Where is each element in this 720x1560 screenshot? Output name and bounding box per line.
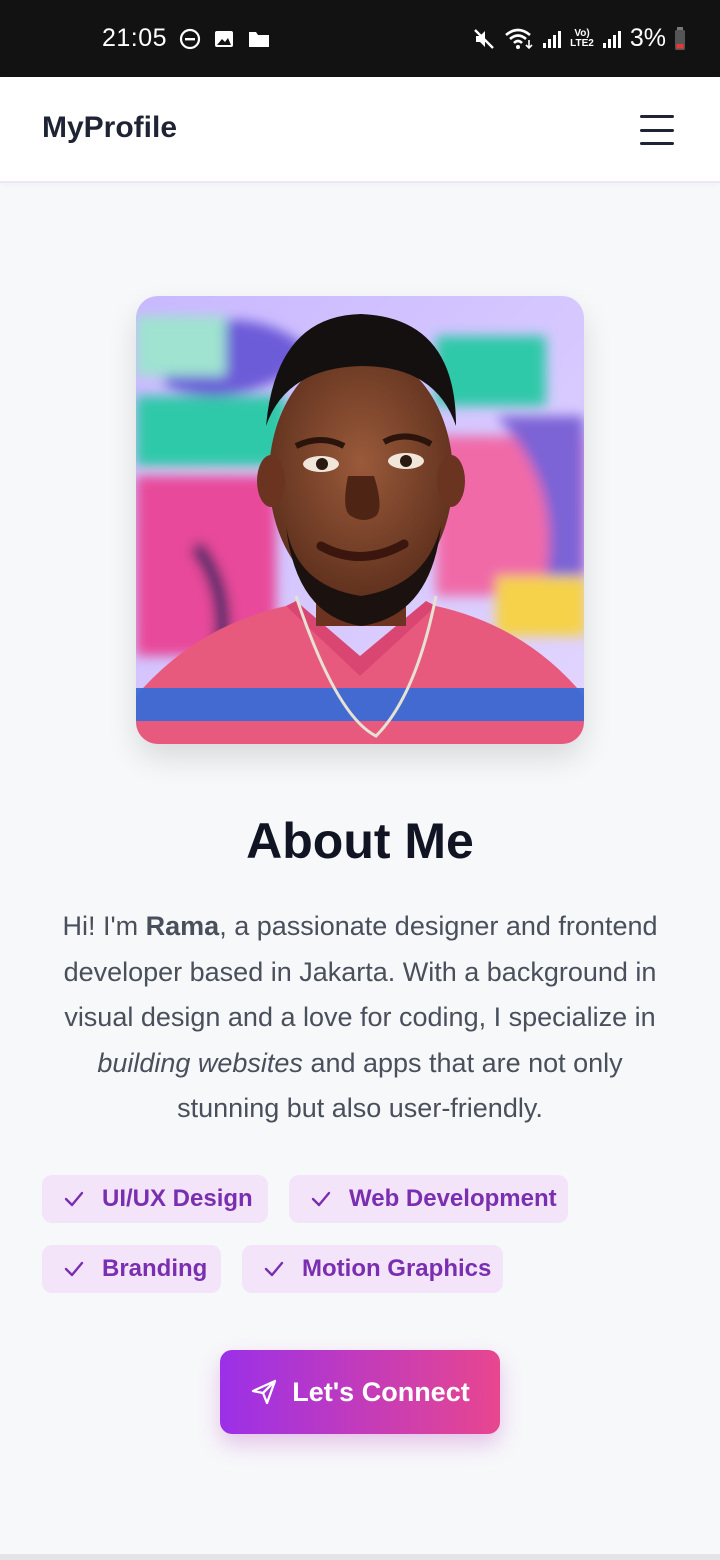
skill-label: UI/UX Design xyxy=(102,1185,253,1212)
about-emphasis: building websites xyxy=(97,1047,303,1078)
check-icon xyxy=(64,1189,84,1209)
profile-photo xyxy=(136,296,584,744)
brand-logo[interactable]: MyProfile xyxy=(42,111,177,145)
status-left: 21:05 xyxy=(102,0,271,77)
hamburger-menu-icon[interactable] xyxy=(636,113,678,147)
bottom-edge xyxy=(0,1554,720,1560)
check-icon xyxy=(311,1189,331,1209)
about-name: Rama xyxy=(145,911,220,941)
navbar: MyProfile xyxy=(0,77,720,183)
skill-tag-uiux: UI/UX Design xyxy=(42,1175,268,1223)
skill-tag-web-development: Web Development xyxy=(289,1175,568,1223)
check-icon xyxy=(64,1259,84,1279)
folder-icon xyxy=(247,28,271,50)
skill-label: Web Development xyxy=(349,1185,557,1212)
about-description: Hi! I'm Rama, a passionate designer and … xyxy=(48,904,672,1132)
mute-icon xyxy=(472,27,496,51)
do-not-disturb-icon xyxy=(179,28,201,50)
lte-bottom: LTE2 xyxy=(570,37,594,49)
lte-top: Vo) xyxy=(574,27,590,39)
image-icon xyxy=(213,28,235,50)
lets-connect-label: Let's Connect xyxy=(292,1376,470,1407)
check-icon xyxy=(264,1259,284,1279)
about-text-intro: Hi! I'm xyxy=(62,911,146,941)
status-right: Vo) LTE2 3% xyxy=(472,0,686,77)
skill-label: Motion Graphics xyxy=(302,1255,492,1282)
signal-icon xyxy=(542,28,562,50)
about-title: About Me xyxy=(246,813,474,869)
skill-label: Branding xyxy=(102,1255,208,1282)
skill-tag-motion-graphics: Motion Graphics xyxy=(242,1245,503,1293)
wifi-icon xyxy=(504,27,534,51)
lets-connect-button[interactable]: Let's Connect xyxy=(220,1350,500,1434)
status-time: 21:05 xyxy=(102,24,168,52)
signal-icon xyxy=(602,28,622,50)
battery-icon xyxy=(674,26,686,51)
lte-indicator: Vo) LTE2 xyxy=(570,27,594,49)
send-icon xyxy=(250,1378,278,1406)
status-bar: 21:05 Vo) LTE2 3% xyxy=(0,0,720,77)
skill-tag-branding: Branding xyxy=(42,1245,221,1293)
battery-percent: 3% xyxy=(629,24,666,52)
